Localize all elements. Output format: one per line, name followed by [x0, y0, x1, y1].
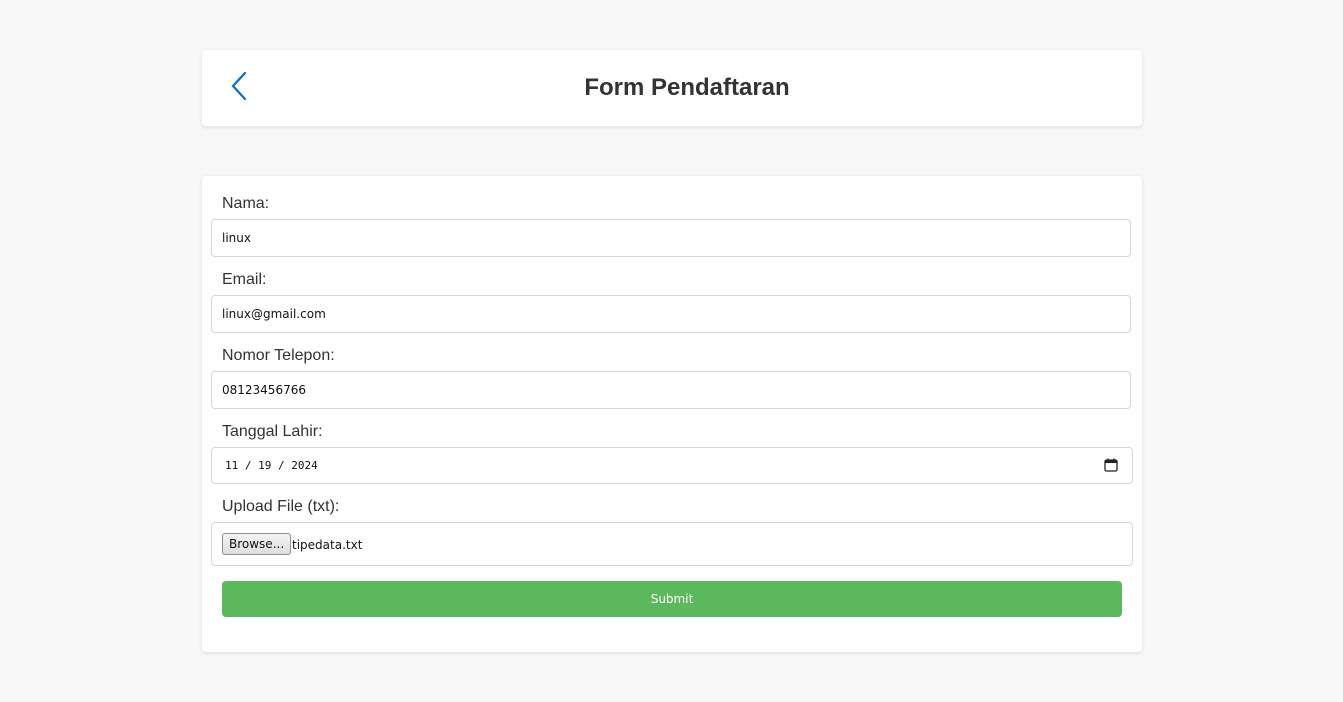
calendar-icon[interactable] [1104, 458, 1118, 472]
upload-file-input[interactable]: Browse... tipedata.txt [211, 522, 1133, 566]
registration-form: Nama: Email: Nomor Telepon: Tanggal Lahi… [202, 176, 1142, 652]
email-label: Email: [222, 271, 267, 288]
nama-label: Nama: [222, 195, 270, 212]
tanggal-lahir-label: Tanggal Lahir: [222, 423, 323, 440]
email-input[interactable] [211, 295, 1131, 333]
nama-input[interactable] [211, 219, 1131, 257]
browse-button[interactable]: Browse... [222, 533, 292, 555]
header-card: Form Pendaftaran [202, 50, 1142, 126]
telepon-input[interactable] [211, 371, 1131, 409]
page-title: Form Pendaftaran [584, 74, 790, 101]
selected-file-name: tipedata.txt [292, 538, 363, 552]
telepon-label: Nomor Telepon: [222, 347, 335, 364]
submit-button[interactable]: Submit [222, 581, 1122, 617]
upload-file-label: Upload File (txt): [222, 498, 340, 515]
tanggal-lahir-value[interactable]: 11 / 19 / 2024 [225, 459, 318, 472]
tanggal-lahir-input[interactable]: 11 / 19 / 2024 [211, 447, 1133, 484]
